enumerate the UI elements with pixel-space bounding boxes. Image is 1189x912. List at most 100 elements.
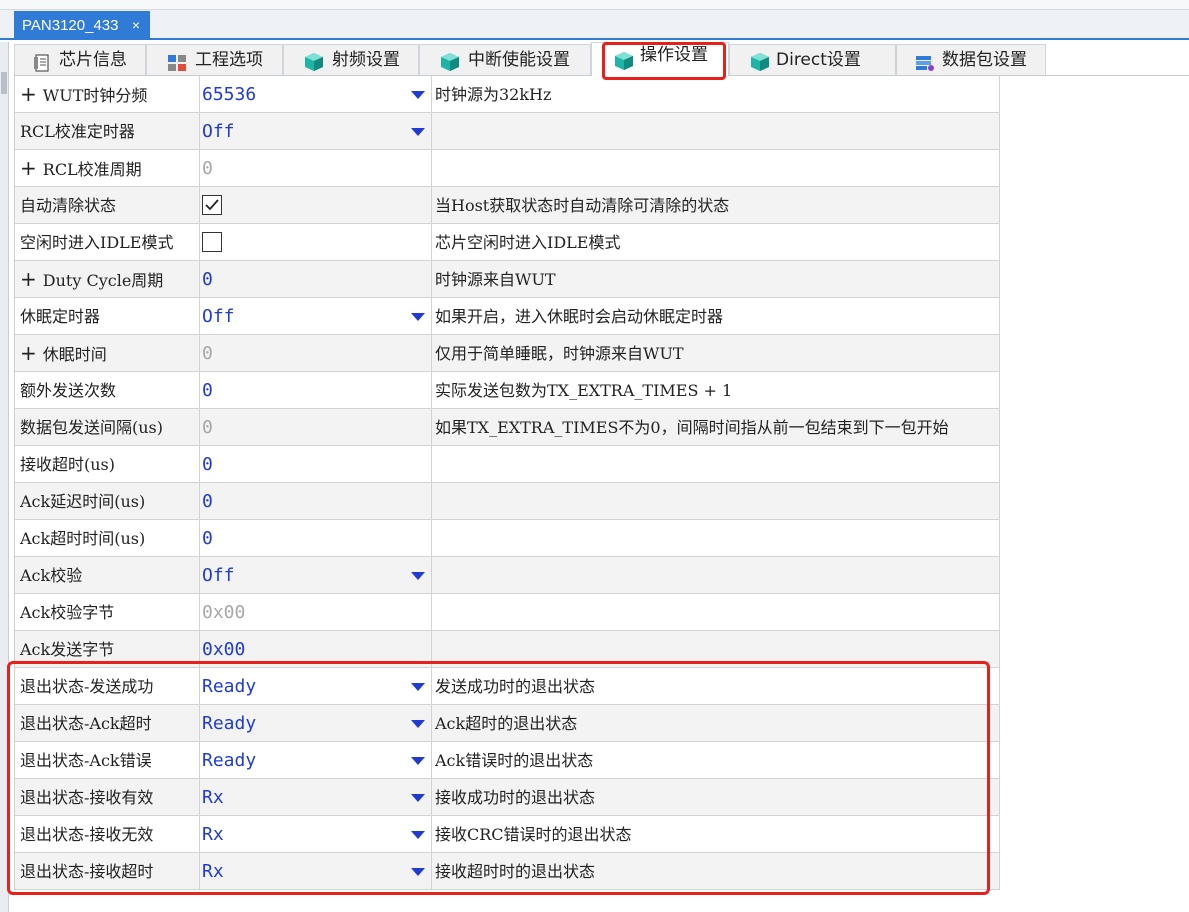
property-value-checkbox[interactable] xyxy=(200,187,432,224)
property-value-text: 0 xyxy=(202,158,213,179)
property-value-text: 0 xyxy=(202,454,213,475)
property-name-label: Ack校验 xyxy=(20,566,83,585)
property-value-field[interactable]: 0 xyxy=(200,483,432,520)
property-description: 芯片空闲时进入IDLE模式 xyxy=(432,224,1000,261)
tab-highlight-box xyxy=(602,42,726,80)
property-value-text: 0 xyxy=(202,528,213,549)
property-name-label: Ack延迟时间(us) xyxy=(20,492,146,511)
property-value-dropdown[interactable]: 65536 xyxy=(200,76,432,113)
property-row[interactable]: + Duty Cycle周期 0 时钟源来自WUT xyxy=(15,261,1000,298)
tab-interrupt-settings[interactable]: 中断使能设置 xyxy=(419,44,591,75)
property-name-label: 休眠定时器 xyxy=(20,307,101,326)
property-name-label: 空闲时进入IDLE模式 xyxy=(20,233,174,252)
close-icon[interactable]: × xyxy=(132,11,140,40)
tab-packet-settings[interactable]: 数据包设置 xyxy=(896,44,1046,75)
expand-plus-icon[interactable]: + xyxy=(20,335,37,372)
tab-chip-info[interactable]: 芯片信息 xyxy=(14,44,146,75)
property-row[interactable]: RCL校准定时器 Off xyxy=(15,113,1000,150)
property-row[interactable]: 数据包发送间隔(us) 0 如果TX_EXTRA_TIMES不为0，间隔时间指从前一… xyxy=(15,409,1000,446)
expand-plus-icon[interactable]: + xyxy=(20,76,37,113)
dropdown-arrow-icon[interactable] xyxy=(411,128,425,136)
property-row[interactable]: Ack校验字节 0x00 xyxy=(15,594,1000,631)
property-value-field[interactable]: 0 xyxy=(200,520,432,557)
property-description: 如果开启，进入休眠时会启动休眠定时器 xyxy=(432,298,1000,335)
checkmark-icon xyxy=(205,199,219,211)
property-description: 如果TX_EXTRA_TIMES不为0，间隔时间指从前一包结束到下一包开始 xyxy=(432,409,1000,446)
dropdown-arrow-icon[interactable] xyxy=(411,572,425,580)
property-row[interactable]: 休眠定时器 Off 如果开启，进入休眠时会启动休眠定时器 xyxy=(15,298,1000,335)
property-name: 接收超时(us) xyxy=(15,446,200,483)
property-name-label: WUT时钟分频 xyxy=(42,86,148,105)
property-row[interactable]: + WUT时钟分频 65536 时钟源为32kHz xyxy=(15,76,1000,113)
property-description: 时钟源来自WUT xyxy=(432,261,1000,298)
property-row[interactable]: 自动清除状态 当Host获取状态时自动清除可清除的状态 xyxy=(15,187,1000,224)
property-name-label: 接收超时(us) xyxy=(20,455,116,474)
property-value-checkbox[interactable] xyxy=(200,224,432,261)
property-description xyxy=(432,594,1000,631)
property-value-text: 0x00 xyxy=(202,639,246,660)
checkbox-checked[interactable] xyxy=(202,195,222,215)
property-value-field[interactable]: 0 xyxy=(200,150,432,187)
property-value-field[interactable]: 0 xyxy=(200,372,432,409)
property-description xyxy=(432,557,1000,594)
property-value-text: Off xyxy=(202,565,235,586)
project-options-icon xyxy=(167,52,187,71)
document-tab-strip: PAN3120_433 × xyxy=(0,0,1189,40)
exit-state-highlight-box xyxy=(7,661,990,895)
expand-plus-icon[interactable]: + xyxy=(20,261,37,298)
tab-label: 中断使能设置 xyxy=(468,50,570,70)
title-strip xyxy=(0,0,1189,10)
property-description: 实际发送包数为TX_EXTRA_TIMES + 1 xyxy=(432,372,1000,409)
tab-label: 工程选项 xyxy=(195,50,263,70)
property-value-text: 0 xyxy=(202,417,213,438)
property-value-text: Off xyxy=(202,306,235,327)
property-value-field[interactable]: 0 xyxy=(200,335,432,372)
tab-label: 芯片信息 xyxy=(59,50,127,70)
document-tab-title: PAN3120_433 xyxy=(22,17,119,34)
property-value-text: Off xyxy=(202,121,235,142)
scroll-thumb[interactable] xyxy=(1,72,7,94)
property-value-field[interactable]: 0 xyxy=(200,409,432,446)
property-name-label: Ack发送字节 xyxy=(20,640,115,659)
expand-plus-icon[interactable]: + xyxy=(20,150,37,187)
property-row[interactable]: + 休眠时间 0 仅用于简单睡眠，时钟源来自WUT xyxy=(15,335,1000,372)
tab-label: 数据包设置 xyxy=(942,50,1027,70)
property-row[interactable]: Ack校验 Off xyxy=(15,557,1000,594)
property-row[interactable]: Ack超时时间(us) 0 xyxy=(15,520,1000,557)
document-tab[interactable]: PAN3120_433 × xyxy=(14,11,150,40)
property-name: + RCL校准周期 xyxy=(15,150,200,187)
tab-direct-settings[interactable]: Direct设置 xyxy=(729,44,896,75)
property-description xyxy=(432,150,1000,187)
property-name-label: 休眠时间 xyxy=(42,345,107,364)
property-value-field[interactable]: 0x00 xyxy=(200,594,432,631)
tab-rf-settings[interactable]: 射频设置 xyxy=(283,44,419,75)
property-value-dropdown[interactable]: Off xyxy=(200,557,432,594)
property-row[interactable]: 额外发送次数 0 实际发送包数为TX_EXTRA_TIMES + 1 xyxy=(15,372,1000,409)
cube-icon xyxy=(750,52,770,71)
property-name-label: Duty Cycle周期 xyxy=(42,271,164,290)
dropdown-arrow-icon[interactable] xyxy=(411,91,425,99)
property-value-dropdown[interactable]: Off xyxy=(200,113,432,150)
property-description: 仅用于简单睡眠，时钟源来自WUT xyxy=(432,335,1000,372)
checkbox-unchecked[interactable] xyxy=(202,232,222,252)
property-value-text: 0 xyxy=(202,380,213,401)
property-value-dropdown[interactable]: Off xyxy=(200,298,432,335)
property-row[interactable]: Ack延迟时间(us) 0 xyxy=(15,483,1000,520)
packet-icon xyxy=(915,52,935,71)
property-description xyxy=(432,483,1000,520)
property-name: 休眠定时器 xyxy=(15,298,200,335)
property-name: 额外发送次数 xyxy=(15,372,200,409)
property-value-text: 0 xyxy=(202,269,213,290)
chip-info-icon xyxy=(33,52,53,72)
property-name: Ack校验 xyxy=(15,557,200,594)
property-row[interactable]: + RCL校准周期 0 xyxy=(15,150,1000,187)
property-name: 空闲时进入IDLE模式 xyxy=(15,224,200,261)
dropdown-arrow-icon[interactable] xyxy=(411,313,425,321)
property-value-field[interactable]: 0 xyxy=(200,261,432,298)
property-row[interactable]: 接收超时(us) 0 xyxy=(15,446,1000,483)
tab-project-options[interactable]: 工程选项 xyxy=(146,44,283,75)
property-name: Ack校验字节 xyxy=(15,594,200,631)
property-row[interactable]: 空闲时进入IDLE模式 芯片空闲时进入IDLE模式 xyxy=(15,224,1000,261)
property-name-label: Ack校验字节 xyxy=(20,603,115,622)
property-value-field[interactable]: 0 xyxy=(200,446,432,483)
